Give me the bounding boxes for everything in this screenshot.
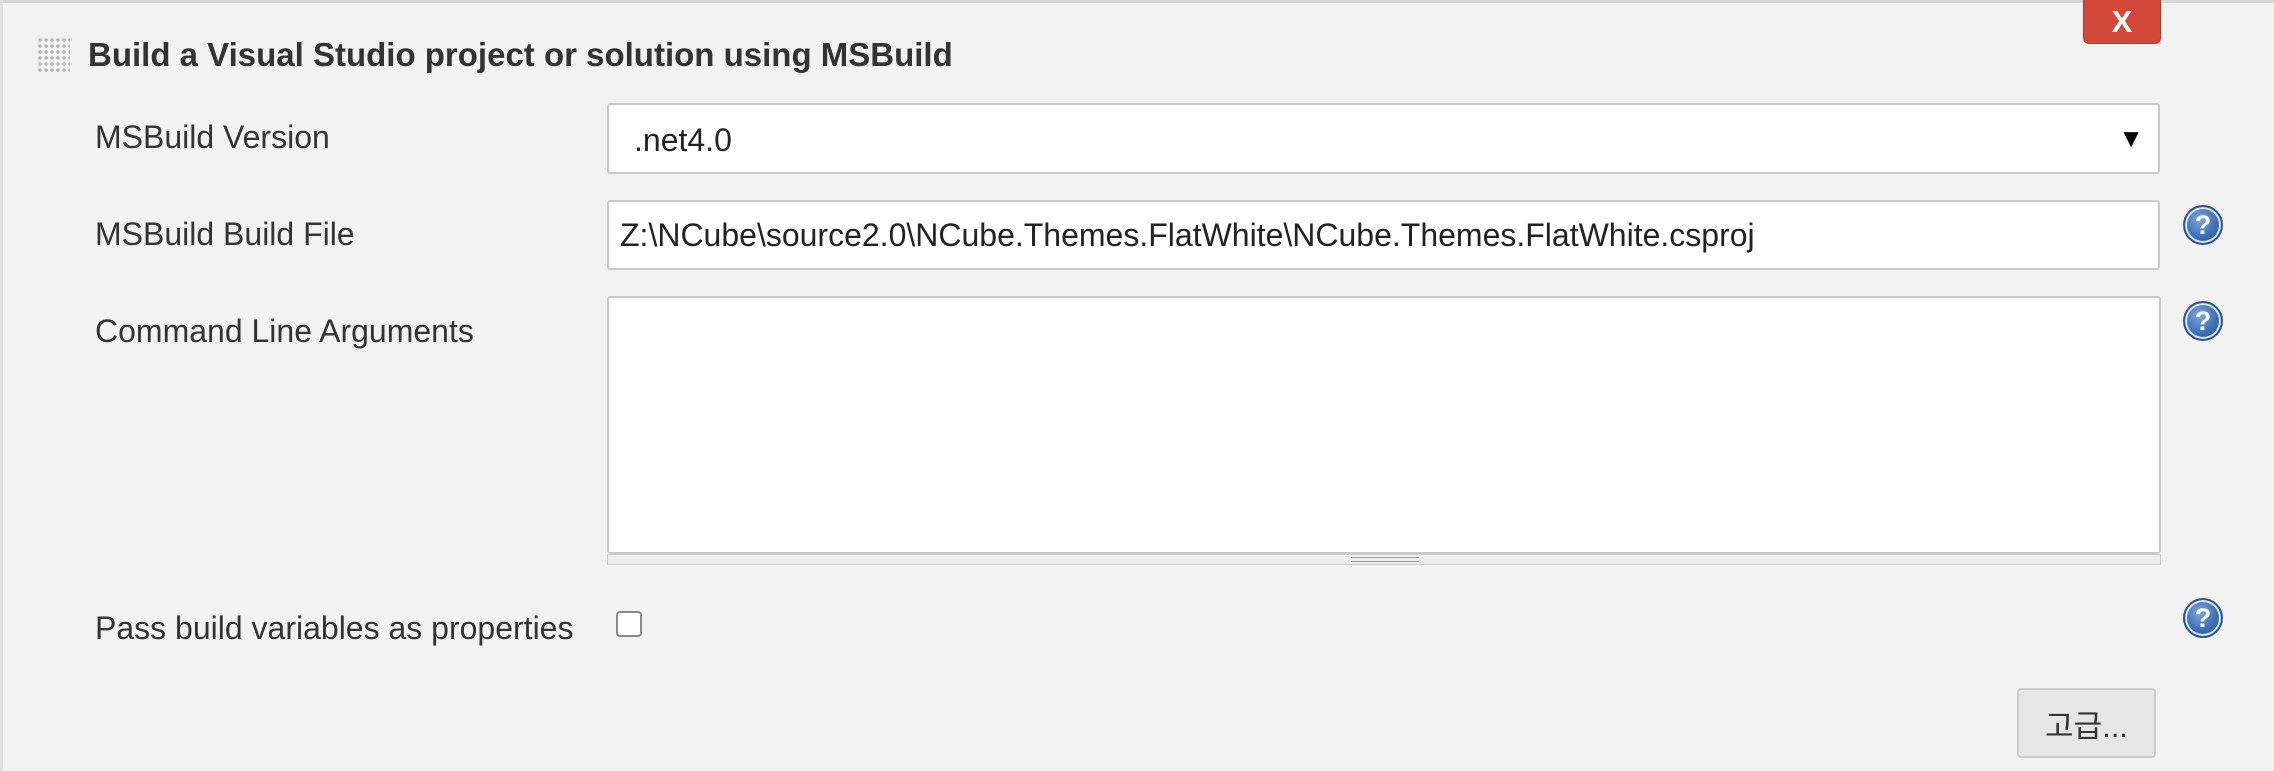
textarea-resize-handle[interactable] (607, 554, 2161, 565)
panel-top-border (0, 0, 2274, 3)
pass-build-variables-checkbox[interactable] (616, 611, 642, 637)
dropdown-arrow-icon: ▼ (2118, 123, 2144, 153)
msbuild-step-panel: Build a Visual Studio project or solutio… (0, 0, 2274, 771)
msbuild-build-file-label: MSBuild Build File (95, 216, 355, 252)
help-icon[interactable]: ? (2183, 301, 2223, 341)
command-line-arguments-label: Command Line Arguments (95, 313, 474, 349)
help-icon[interactable]: ? (2183, 205, 2223, 245)
command-line-arguments-textarea[interactable] (607, 296, 2161, 554)
msbuild-build-file-input[interactable]: Z:\NCube\source2.0\NCube.Themes.FlatWhit… (607, 200, 2160, 270)
drag-handle-icon[interactable] (37, 37, 70, 74)
msbuild-version-selected-value: .net4.0 (634, 122, 732, 158)
section-title: Build a Visual Studio project or solutio… (88, 36, 953, 73)
msbuild-version-label: MSBuild Version (95, 119, 330, 155)
help-icon[interactable]: ? (2183, 598, 2223, 638)
panel-left-border (0, 0, 3, 771)
advanced-button[interactable]: 고급... (2017, 688, 2156, 758)
resize-grip-icon (1351, 557, 1419, 562)
close-button[interactable]: X (2083, 0, 2161, 44)
msbuild-version-select[interactable]: .net4.0 ▼ (607, 103, 2160, 174)
pass-build-variables-label: Pass build variables as properties (95, 610, 574, 646)
